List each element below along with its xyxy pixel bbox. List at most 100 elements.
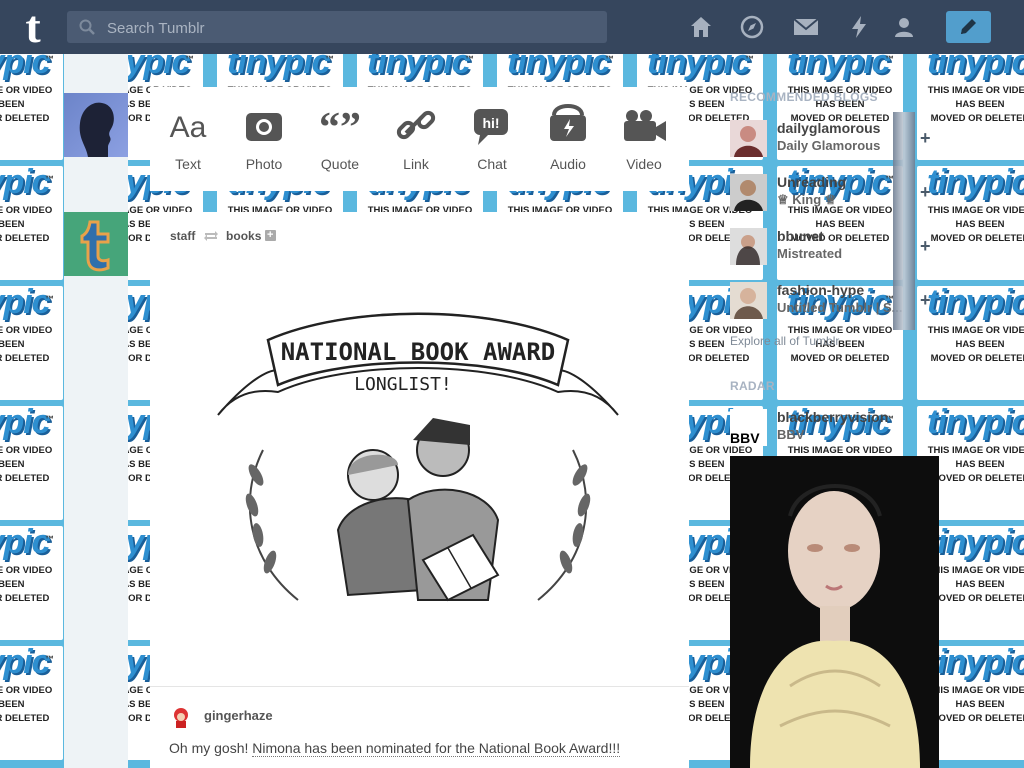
follow-blog-button[interactable]: + xyxy=(920,128,931,149)
inbox-icon[interactable] xyxy=(793,15,819,39)
tumblr-logo[interactable]: t xyxy=(16,4,50,50)
post-type-label: Chat xyxy=(477,156,507,172)
model-photo xyxy=(730,456,939,768)
recommended-blogs-heading: RECOMMENDED BLOGS xyxy=(730,90,878,104)
deleted-message-line: MOVED OR DELETED xyxy=(0,113,50,124)
svg-text:“”: “” xyxy=(319,105,361,151)
sidebar-overlay-stripe xyxy=(893,112,915,330)
follow-button[interactable]: + xyxy=(264,230,276,242)
radar-blog[interactable]: BBV blackberryvision BBV xyxy=(730,409,940,453)
tinypic-logo: tinypic xyxy=(367,54,471,81)
tinypic-logo: tinypic xyxy=(0,286,51,321)
deleted-message-line: HAS BEEN xyxy=(0,579,25,590)
tinypic-logo: tinypic xyxy=(507,54,611,81)
tinypic-placeholder-tile: tinypic™ THIS IMAGE OR VIDEO HAS BEEN MOVED… xyxy=(0,526,70,646)
follow-blog-button[interactable]: + xyxy=(920,236,931,257)
compose-button[interactable] xyxy=(946,11,991,43)
reblog-source[interactable]: books xyxy=(226,229,261,243)
trademark-symbol: ™ xyxy=(45,174,54,184)
deleted-message: THIS IMAGE OR VIDEO HAS BEEN MOVED OR DELE… xyxy=(0,204,63,246)
trademark-symbol: ™ xyxy=(465,54,474,64)
blog-title: Daily Glamorous xyxy=(777,138,881,153)
user-avatar[interactable] xyxy=(64,93,128,157)
text-icon: Aa xyxy=(170,111,207,144)
blog-avatar xyxy=(730,174,767,211)
tinypic-placeholder-tile: tinypic™ THIS IMAGE OR VIDEO HAS BEEN MOVED… xyxy=(0,286,70,406)
search-input[interactable] xyxy=(105,11,599,45)
deleted-message-line: THIS IMAGE OR VIDEO xyxy=(0,685,53,696)
follow-blog-button[interactable]: + xyxy=(920,290,931,311)
activity-icon[interactable] xyxy=(846,15,872,39)
caption-prefix: Oh my gosh! xyxy=(169,740,253,756)
deleted-message-line: MOVED OR DELETED xyxy=(0,353,50,364)
trademark-symbol: ™ xyxy=(605,54,614,64)
post-caption: Oh my gosh! Nimona has been nominated fo… xyxy=(169,740,621,757)
post-type-label: Link xyxy=(403,156,429,172)
post-type-label: Photo xyxy=(245,156,283,172)
radar-post-image[interactable] xyxy=(730,456,939,768)
post-header: staff books + xyxy=(170,228,276,243)
deleted-message-line: HAS BEEN xyxy=(0,699,25,710)
post-type-chat-button[interactable]: hi! Chat xyxy=(454,87,530,191)
deleted-message-line: THIS IMAGE OR VIDEO xyxy=(0,445,53,456)
deleted-message-line: HAS BEEN xyxy=(0,339,25,350)
placeholder-card: tinypic™ THIS IMAGE OR VIDEO HAS BEEN MOVED… xyxy=(0,526,63,640)
quote-icon: “” xyxy=(319,105,361,151)
explore-icon[interactable] xyxy=(739,15,765,39)
explore-link[interactable]: Explore all of Tumblr xyxy=(730,334,839,348)
tinypic-logo: tinypic xyxy=(0,406,51,441)
tinypic-placeholder-tile: tinypic™ THIS IMAGE OR VIDEO HAS BEEN MOVED… xyxy=(0,406,70,526)
tinypic-logo: tinypic xyxy=(0,526,51,561)
blog-title: Untitled Tumblr | S... xyxy=(777,300,903,315)
trademark-symbol: ™ xyxy=(45,414,54,424)
blog-name: dailyglamorous xyxy=(777,120,881,136)
trademark-symbol: ™ xyxy=(325,54,334,64)
post-type-quote-button[interactable]: “” Quote xyxy=(302,87,378,191)
placeholder-card: tinypic™ THIS IMAGE OR VIDEO HAS BEEN MOVED… xyxy=(0,286,63,400)
blog-avatar xyxy=(730,282,767,319)
longlist-text: LONGLIST! xyxy=(354,374,452,395)
deleted-message-line: MOVED OR DELETED xyxy=(0,593,50,604)
top-nav-bar: t xyxy=(0,0,1024,54)
account-icon[interactable] xyxy=(891,15,917,39)
deleted-message-line: HAS BEEN xyxy=(0,459,25,470)
deleted-message: THIS IMAGE OR VIDEO HAS BEEN MOVED OR DELE… xyxy=(0,444,63,486)
follow-blog-button[interactable]: + xyxy=(920,182,931,203)
search-icon xyxy=(79,19,95,35)
blog-avatar xyxy=(730,120,767,157)
blog-title: Mistreated xyxy=(777,246,843,261)
home-icon[interactable] xyxy=(688,15,714,39)
tumblr-t-icon xyxy=(80,220,110,272)
tinypic-placeholder-tile: tinypic™ THIS IMAGE OR VIDEO HAS BEEN MOVED… xyxy=(0,646,70,766)
reblog-icon xyxy=(203,230,218,241)
search-box[interactable] xyxy=(67,11,607,45)
post-type-photo-button[interactable]: Photo xyxy=(226,87,302,191)
trademark-symbol: ™ xyxy=(45,534,54,544)
source-username[interactable]: gingerhaze xyxy=(204,708,273,723)
staff-avatar[interactable] xyxy=(64,212,128,276)
blog-name: blackberryvision xyxy=(777,409,889,425)
deleted-message-line: THIS IMAGE OR VIDEO xyxy=(0,325,53,336)
post-type-video-button[interactable]: Video xyxy=(606,87,682,191)
video-icon xyxy=(624,110,666,141)
tinypic-placeholder-tile: tinypic™ THIS IMAGE OR VIDEO HAS BEEN MOVED… xyxy=(0,54,70,166)
trademark-symbol: ™ xyxy=(45,54,54,64)
post-type-text-button[interactable]: Aa Text xyxy=(150,87,226,191)
deleted-message-line: THIS IMAGE OR VIDEO xyxy=(0,85,53,96)
deleted-message-line: MOVED OR DELETED xyxy=(0,713,50,724)
deleted-message-line: MOVED OR DELETED xyxy=(0,473,50,484)
radar-blog-logo: BBV xyxy=(730,409,767,446)
silhouette-icon xyxy=(79,102,114,157)
blog-name: Unreading xyxy=(777,174,847,190)
caption-link[interactable]: Nimona has been nominated for the Nation… xyxy=(252,740,621,757)
deleted-message: THIS IMAGE OR VIDEO HAS BEEN MOVED OR DELE… xyxy=(0,324,63,366)
tinypic-logo: tinypic xyxy=(0,54,51,81)
gingerhaze-avatar[interactable] xyxy=(170,706,192,728)
placeholder-card: tinypic™ THIS IMAGE OR VIDEO HAS BEEN MOVED… xyxy=(0,54,63,160)
blog-title: BBV xyxy=(777,427,805,442)
post-author[interactable]: staff xyxy=(170,229,195,243)
post-type-link-button[interactable]: Link xyxy=(378,87,454,191)
post-type-audio-button[interactable]: Audio xyxy=(530,87,606,191)
dashboard-left-column xyxy=(64,54,128,768)
blog-name: fashion-hype xyxy=(777,282,865,298)
